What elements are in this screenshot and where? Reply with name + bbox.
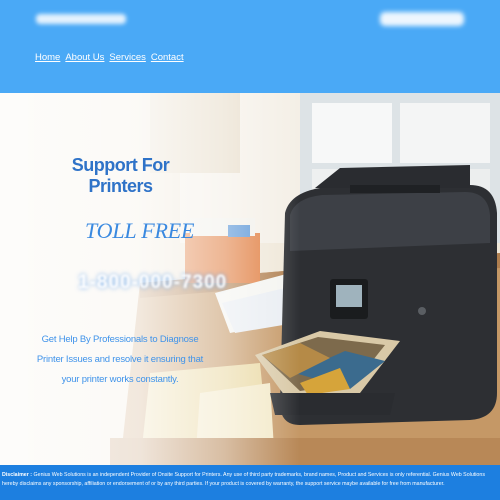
header-phone[interactable] [380,12,464,26]
toll-free-label: TOLL FREE [85,218,195,243]
hero-title: Support For Printers [71,155,170,196]
toll-free-number[interactable]: 1-800-000-7300 [78,272,227,294]
footer-disclaimer: Disclaimer : Genius Web Solutions is an … [0,465,500,500]
nav-link-services[interactable]: Services [109,52,145,63]
nav-link-about-us[interactable]: About Us [65,52,104,63]
nav-link-home[interactable]: Home [35,52,60,63]
nav-link-contact[interactable]: Contact [151,52,184,63]
site-logo[interactable] [36,14,126,24]
disclaimer-text: Genius Web Solutions is an independent P… [2,472,485,487]
hero-tagline: Get Help By Professionals to Diagnose Pr… [36,334,204,385]
hero-banner [0,93,500,465]
hero-overlay [0,93,500,465]
main-nav: Home About Us Services Contact [35,52,184,63]
site-header: Home About Us Services Contact [0,0,500,93]
disclaimer-label: Disclaimer : [2,472,33,478]
